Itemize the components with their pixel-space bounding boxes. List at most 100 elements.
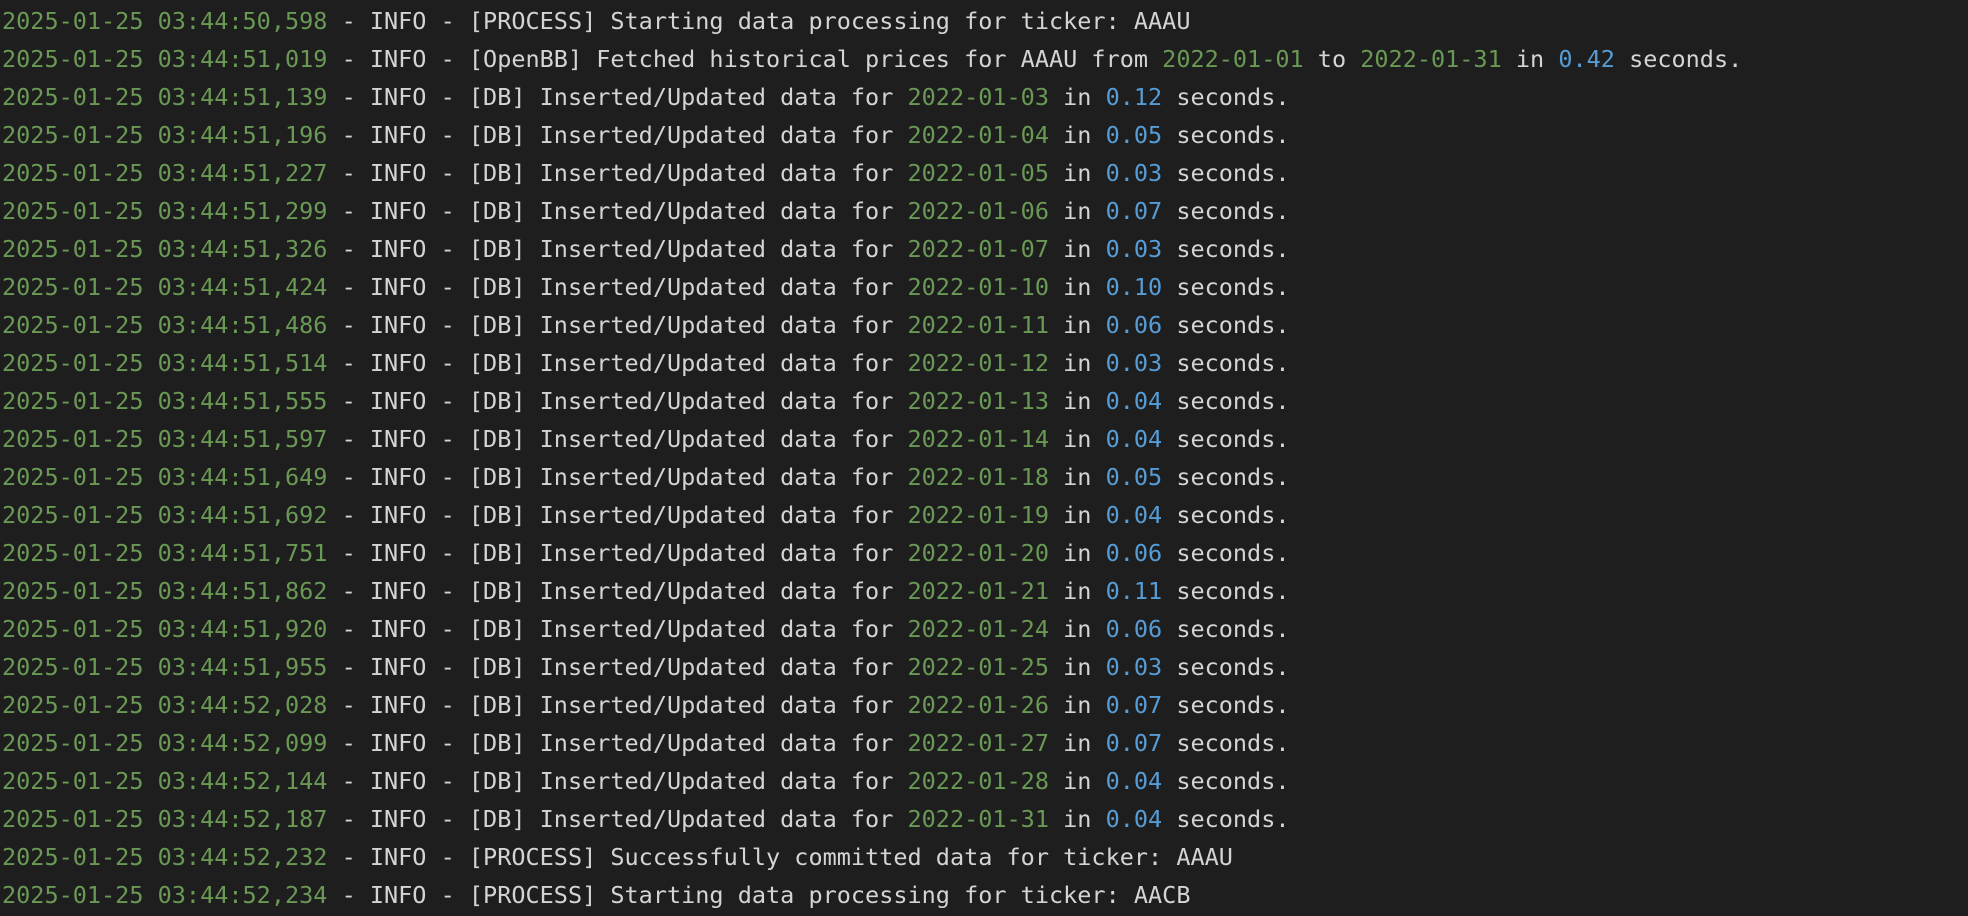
log-line: 2025-01-25 03:44:51,862 - INFO - [DB] In…	[2, 572, 1968, 610]
log-line: 2025-01-25 03:44:50,598 - INFO - [PROCES…	[2, 2, 1968, 40]
log-duration: 0.03	[1105, 159, 1163, 187]
log-text: - INFO - [PROCESS] Starting data process…	[327, 7, 1191, 35]
log-text: - INFO - [DB] Inserted/Updated data for	[327, 121, 908, 149]
log-date: 2022-01-05	[907, 159, 1049, 187]
log-date: 2022-01-25	[907, 653, 1049, 681]
log-text: seconds.	[1162, 197, 1290, 225]
log-text: - INFO - [DB] Inserted/Updated data for	[327, 691, 908, 719]
log-text: seconds.	[1162, 273, 1290, 301]
log-text: - INFO - [DB] Inserted/Updated data for	[327, 767, 908, 795]
log-date: 2022-01-18	[907, 463, 1049, 491]
log-text: seconds.	[1162, 311, 1290, 339]
log-date: 2022-01-19	[907, 501, 1049, 529]
log-text: - INFO - [OpenBB] Fetched historical pri…	[327, 45, 1163, 73]
log-text: - INFO - [DB] Inserted/Updated data for	[327, 311, 908, 339]
log-date: 2022-01-24	[907, 615, 1049, 643]
log-duration: 0.11	[1105, 577, 1163, 605]
log-line: 2025-01-25 03:44:51,227 - INFO - [DB] In…	[2, 154, 1968, 192]
log-date: 2022-01-06	[907, 197, 1049, 225]
log-timestamp: 2025-01-25 03:44:51,555	[2, 387, 328, 415]
log-date: 2022-01-14	[907, 425, 1049, 453]
log-text: in	[1048, 273, 1106, 301]
log-line: 2025-01-25 03:44:52,099 - INFO - [DB] In…	[2, 724, 1968, 762]
log-duration: 0.05	[1105, 121, 1163, 149]
log-text: seconds.	[1162, 729, 1290, 757]
log-date: 2022-01-27	[907, 729, 1049, 757]
log-duration: 0.04	[1105, 501, 1163, 529]
log-duration: 0.06	[1105, 615, 1163, 643]
log-text: in	[1048, 577, 1106, 605]
log-timestamp: 2025-01-25 03:44:51,751	[2, 539, 328, 567]
log-timestamp: 2025-01-25 03:44:51,862	[2, 577, 328, 605]
log-line: 2025-01-25 03:44:51,424 - INFO - [DB] In…	[2, 268, 1968, 306]
log-duration: 0.07	[1105, 691, 1163, 719]
log-line: 2025-01-25 03:44:52,232 - INFO - [PROCES…	[2, 838, 1968, 876]
log-text: in	[1048, 159, 1106, 187]
log-duration: 0.04	[1105, 387, 1163, 415]
log-text: - INFO - [DB] Inserted/Updated data for	[327, 653, 908, 681]
log-text: in	[1048, 83, 1106, 111]
log-text: in	[1048, 387, 1106, 415]
log-text: seconds.	[1162, 349, 1290, 377]
log-line: 2025-01-25 03:44:51,955 - INFO - [DB] In…	[2, 648, 1968, 686]
log-duration: 0.42	[1558, 45, 1615, 73]
log-line: 2025-01-25 03:44:51,326 - INFO - [DB] In…	[2, 230, 1968, 268]
log-timestamp: 2025-01-25 03:44:51,514	[2, 349, 328, 377]
log-text: - INFO - [DB] Inserted/Updated data for	[327, 235, 908, 263]
log-line: 2025-01-25 03:44:51,751 - INFO - [DB] In…	[2, 534, 1968, 572]
log-duration: 0.04	[1105, 425, 1163, 453]
log-timestamp: 2025-01-25 03:44:52,099	[2, 729, 328, 757]
log-duration: 0.03	[1105, 653, 1163, 681]
log-timestamp: 2025-01-25 03:44:51,424	[2, 273, 328, 301]
log-text: seconds.	[1162, 691, 1290, 719]
log-line: 2025-01-25 03:44:51,139 - INFO - [DB] In…	[2, 78, 1968, 116]
log-timestamp: 2025-01-25 03:44:51,597	[2, 425, 328, 453]
log-duration: 0.04	[1105, 767, 1163, 795]
log-line: 2025-01-25 03:44:51,299 - INFO - [DB] In…	[2, 192, 1968, 230]
log-timestamp: 2025-01-25 03:44:51,955	[2, 653, 328, 681]
log-text: seconds.	[1162, 83, 1290, 111]
log-text: - INFO - [DB] Inserted/Updated data for	[327, 577, 908, 605]
log-text: seconds.	[1162, 463, 1290, 491]
log-text: in	[1048, 349, 1106, 377]
log-date: 2022-01-11	[907, 311, 1049, 339]
log-text: - INFO - [DB] Inserted/Updated data for	[327, 425, 908, 453]
log-duration: 0.03	[1105, 235, 1163, 263]
log-text: in	[1048, 463, 1106, 491]
log-text: - INFO - [DB] Inserted/Updated data for	[327, 273, 908, 301]
log-duration: 0.07	[1105, 729, 1163, 757]
log-timestamp: 2025-01-25 03:44:51,139	[2, 83, 328, 111]
log-duration: 0.04	[1105, 805, 1163, 833]
log-duration: 0.12	[1105, 83, 1163, 111]
log-date: 2022-01-07	[907, 235, 1049, 263]
log-timestamp: 2025-01-25 03:44:51,326	[2, 235, 328, 263]
log-date: 2022-01-13	[907, 387, 1049, 415]
log-text: - INFO - [DB] Inserted/Updated data for	[327, 349, 908, 377]
log-text: to	[1303, 45, 1361, 73]
log-date: 2022-01-20	[907, 539, 1049, 567]
log-date: 2022-01-26	[907, 691, 1049, 719]
log-timestamp: 2025-01-25 03:44:51,692	[2, 501, 328, 529]
log-timestamp: 2025-01-25 03:44:52,144	[2, 767, 328, 795]
log-text: seconds.	[1162, 425, 1290, 453]
log-text: - INFO - [DB] Inserted/Updated data for	[327, 83, 908, 111]
log-text: seconds.	[1162, 767, 1290, 795]
log-timestamp: 2025-01-25 03:44:52,232	[2, 843, 328, 871]
log-text: - INFO - [DB] Inserted/Updated data for	[327, 463, 908, 491]
log-text: seconds.	[1162, 805, 1290, 833]
log-date: 2022-01-04	[907, 121, 1049, 149]
log-text: seconds.	[1162, 235, 1290, 263]
log-text: seconds.	[1162, 653, 1290, 681]
log-text: in	[1048, 311, 1106, 339]
log-text: in	[1048, 425, 1106, 453]
log-date: 2022-01-12	[907, 349, 1049, 377]
log-duration: 0.07	[1105, 197, 1163, 225]
log-line: 2025-01-25 03:44:51,486 - INFO - [DB] In…	[2, 306, 1968, 344]
log-timestamp: 2025-01-25 03:44:51,920	[2, 615, 328, 643]
log-line: 2025-01-25 03:44:51,692 - INFO - [DB] In…	[2, 496, 1968, 534]
log-text: in	[1048, 805, 1106, 833]
terminal-output[interactable]: 2025-01-25 03:44:50,598 - INFO - [PROCES…	[0, 0, 1968, 916]
log-timestamp: 2025-01-25 03:44:52,234	[2, 881, 328, 909]
log-line: 2025-01-25 03:44:51,514 - INFO - [DB] In…	[2, 344, 1968, 382]
log-text: in	[1048, 539, 1106, 567]
